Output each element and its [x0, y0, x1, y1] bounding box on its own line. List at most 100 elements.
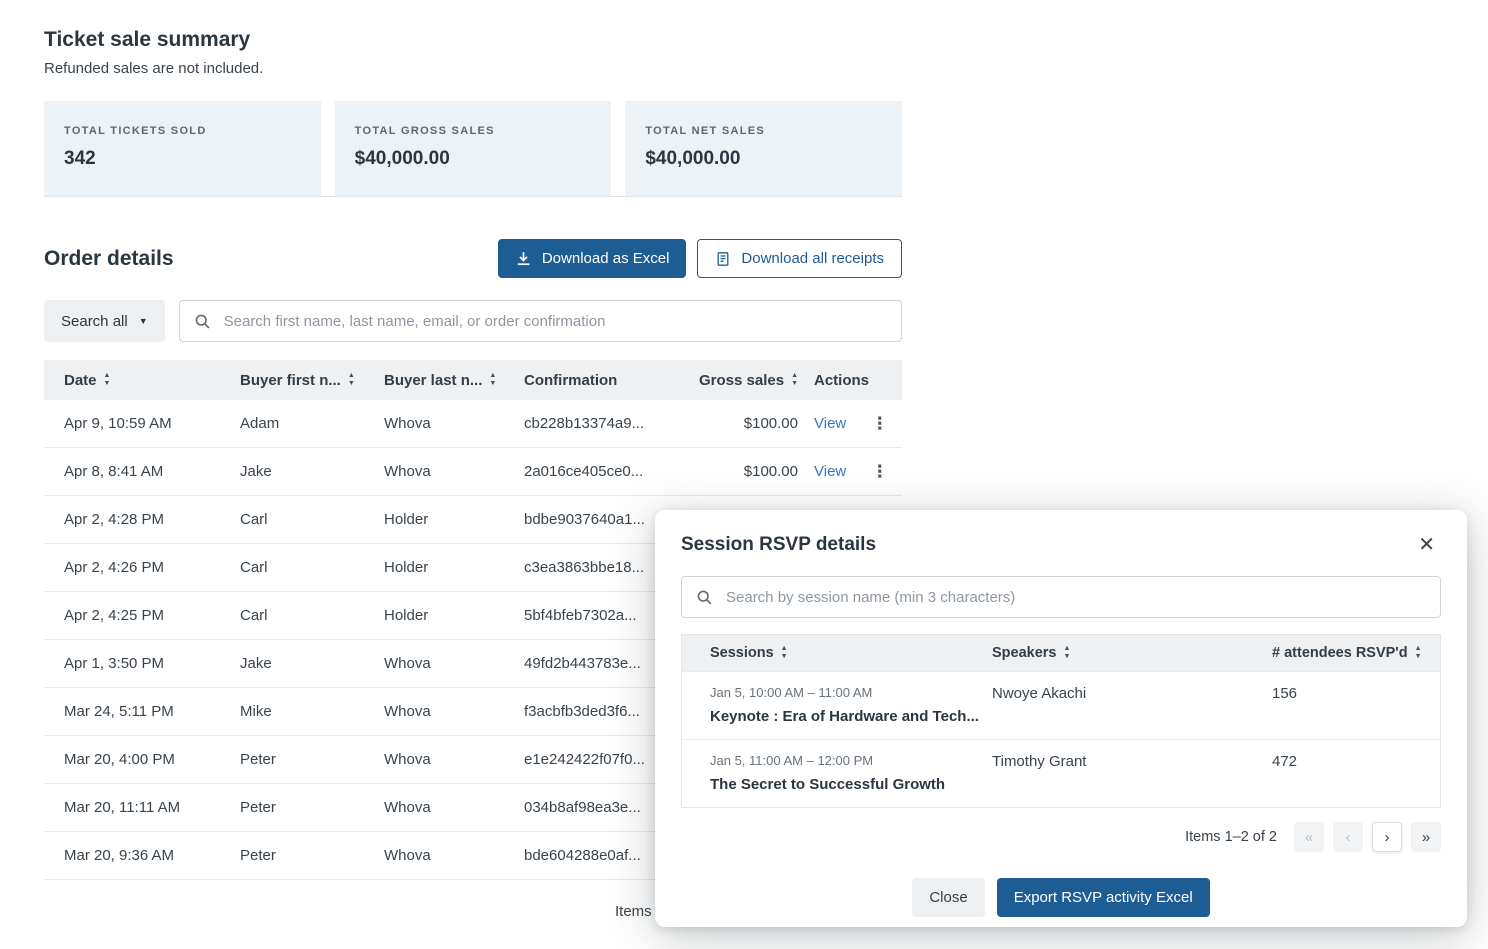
session-name: The Secret to Successful Growth [710, 776, 992, 793]
cell-confirmation: cb228b13374a9... [524, 415, 694, 432]
cell-buyer-last: Holder [384, 607, 524, 624]
export-rsvp-button[interactable]: Export RSVP activity Excel [997, 878, 1210, 917]
download-excel-button[interactable]: Download as Excel [498, 239, 687, 278]
cell-buyer-first: Carl [240, 559, 384, 576]
session-time: Jan 5, 10:00 AM – 11:00 AM [710, 685, 992, 700]
sort-icon[interactable] [1064, 645, 1071, 661]
column-label: Date [64, 372, 97, 389]
sort-icon[interactable] [348, 372, 355, 388]
column-header-sessions[interactable]: Sessions [682, 645, 992, 661]
kebab-menu-icon[interactable]: ⋮ [871, 414, 888, 434]
column-header-confirmation: Confirmation [524, 372, 694, 389]
sort-icon[interactable] [791, 372, 798, 388]
session-row: Jan 5, 11:00 AM – 12:00 PM The Secret to… [682, 739, 1440, 807]
close-button[interactable]: Close [912, 878, 984, 917]
column-label: Sessions [710, 645, 774, 661]
cell-date: Apr 9, 10:59 AM [44, 415, 240, 432]
view-link[interactable]: View [814, 463, 846, 480]
sort-icon[interactable] [104, 372, 111, 388]
cell-session: Jan 5, 10:00 AM – 11:00 AM Keynote : Era… [682, 685, 992, 725]
modal-pagination: Items 1–2 of 2 « ‹ › » [681, 822, 1441, 852]
page-title: Ticket sale summary [44, 28, 902, 52]
cell-buyer-first: Peter [240, 751, 384, 768]
cell-buyer-last: Holder [384, 559, 524, 576]
session-search-input[interactable] [724, 588, 1426, 607]
view-link[interactable]: View [814, 415, 846, 432]
search-icon [194, 313, 211, 330]
stat-label: TOTAL TICKETS SOLD [64, 125, 301, 137]
page-subtitle: Refunded sales are not included. [44, 60, 902, 77]
cell-date: Apr 2, 4:26 PM [44, 559, 240, 576]
modal-footer: Close Export RSVP activity Excel [681, 878, 1441, 917]
chevron-down-icon: ▼ [139, 317, 148, 326]
cell-date: Apr 1, 3:50 PM [44, 655, 240, 672]
table-row: Apr 9, 10:59 AM Adam Whova cb228b13374a9… [44, 400, 902, 448]
sessions-table: Sessions Speakers # attendees RSVP'd Jan… [681, 634, 1441, 808]
cell-buyer-first: Peter [240, 847, 384, 864]
download-receipts-label: Download all receipts [741, 250, 884, 267]
cell-attendees: 472 [1272, 753, 1440, 770]
stat-value: 342 [64, 148, 301, 170]
column-label: Speakers [992, 645, 1057, 661]
column-header-buyer-first[interactable]: Buyer first n... [240, 372, 384, 389]
cell-speaker: Nwoye Akachi [992, 685, 1272, 702]
order-search-box [179, 300, 902, 342]
column-header-speakers[interactable]: Speakers [992, 645, 1272, 661]
cell-buyer-last: Whova [384, 703, 524, 720]
last-page-icon[interactable]: » [1411, 822, 1441, 852]
column-label: Confirmation [524, 372, 617, 389]
cell-attendees: 156 [1272, 685, 1440, 702]
cell-speaker: Timothy Grant [992, 753, 1272, 770]
search-icon [696, 589, 713, 606]
column-header-actions: Actions [804, 372, 902, 389]
pagination-items-text: Items 1–2 of 2 [1185, 829, 1277, 845]
session-search-box [681, 576, 1441, 618]
next-page-icon[interactable]: › [1372, 822, 1402, 852]
sessions-table-header: Sessions Speakers # attendees RSVP'd [682, 635, 1440, 671]
cell-buyer-last: Whova [384, 463, 524, 480]
sort-icon[interactable] [489, 372, 496, 388]
cell-gross-sales: $100.00 [694, 463, 804, 480]
column-header-attendees[interactable]: # attendees RSVP'd [1272, 645, 1440, 661]
prev-page-icon[interactable]: ‹ [1333, 822, 1363, 852]
stat-value: $40,000.00 [355, 148, 592, 170]
cell-buyer-first: Carl [240, 607, 384, 624]
cell-buyer-last: Whova [384, 415, 524, 432]
column-header-buyer-last[interactable]: Buyer last n... [384, 372, 524, 389]
sort-icon[interactable] [781, 645, 788, 661]
stat-label: TOTAL NET SALES [645, 125, 882, 137]
modal-header: Session RSVP details ✕ [681, 534, 1441, 556]
cell-confirmation: 2a016ce405ce0... [524, 463, 694, 480]
session-name: Keynote : Era of Hardware and Tech... [710, 708, 992, 725]
cell-buyer-first: Jake [240, 463, 384, 480]
column-header-gross-sales[interactable]: Gross sales [694, 372, 804, 389]
cell-actions: View ⋮ [804, 462, 902, 482]
cell-buyer-first: Peter [240, 799, 384, 816]
cell-buyer-last: Whova [384, 751, 524, 768]
cell-buyer-first: Adam [240, 415, 384, 432]
receipt-icon [715, 251, 731, 267]
cell-date: Mar 24, 5:11 PM [44, 703, 240, 720]
download-icon [515, 250, 532, 267]
cell-buyer-last: Holder [384, 511, 524, 528]
close-icon[interactable]: ✕ [1412, 534, 1441, 556]
search-filter-dropdown[interactable]: Search all ▼ [44, 300, 165, 342]
download-excel-label: Download as Excel [542, 250, 670, 267]
stat-value: $40,000.00 [645, 148, 882, 170]
kebab-menu-icon[interactable]: ⋮ [871, 462, 888, 482]
cell-buyer-first: Mike [240, 703, 384, 720]
cell-actions: View ⋮ [804, 414, 902, 434]
stats-row: TOTAL TICKETS SOLD 342 TOTAL GROSS SALES… [44, 101, 902, 197]
first-page-icon[interactable]: « [1294, 822, 1324, 852]
session-row: Jan 5, 10:00 AM – 11:00 AM Keynote : Era… [682, 671, 1440, 739]
orders-table-header: Date Buyer first n... Buyer last n... Co… [44, 360, 902, 400]
download-receipts-button[interactable]: Download all receipts [697, 239, 902, 278]
order-search-input[interactable] [222, 312, 887, 331]
column-label: Actions [814, 372, 869, 389]
search-row: Search all ▼ [44, 300, 902, 342]
cell-session: Jan 5, 11:00 AM – 12:00 PM The Secret to… [682, 753, 992, 793]
sort-icon[interactable] [1415, 645, 1422, 661]
modal-title: Session RSVP details [681, 534, 876, 556]
stat-card-tickets-sold: TOTAL TICKETS SOLD 342 [44, 101, 321, 196]
column-header-date[interactable]: Date [44, 372, 240, 389]
